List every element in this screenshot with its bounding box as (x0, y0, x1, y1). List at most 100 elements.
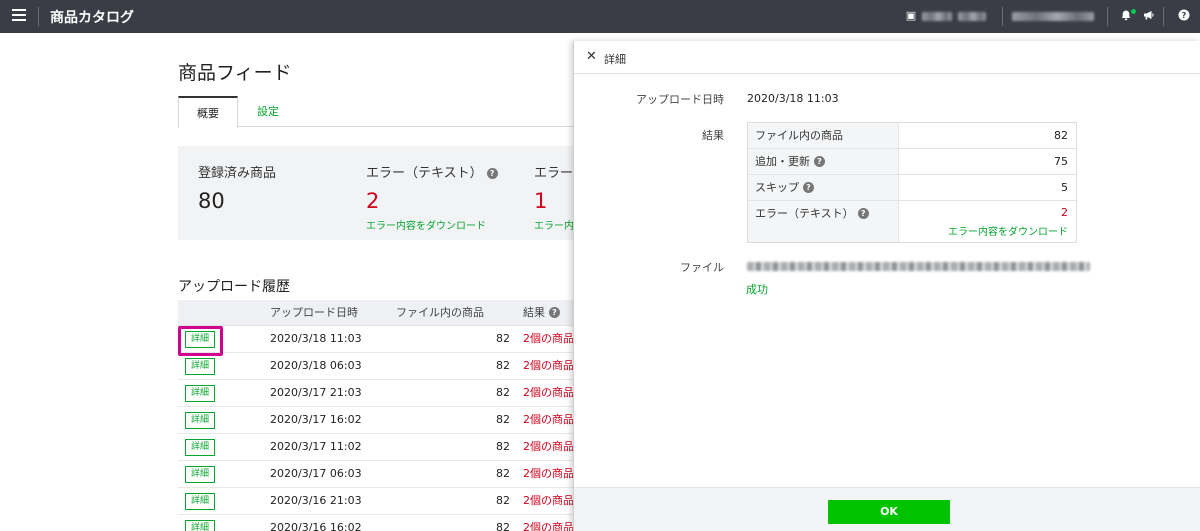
upload-date-value: 2020/3/18 11:03 (747, 92, 839, 105)
row-count: 82 (496, 359, 510, 372)
table-row: 詳細 2020/3/17 06:03 82 2個の商品 (178, 461, 598, 488)
account-id-blurred[interactable] (1012, 8, 1094, 24)
result-row-value: 2 (1061, 206, 1068, 219)
hamburger-menu-icon[interactable] (12, 9, 26, 23)
store-icon: ▣ (905, 9, 917, 22)
summary-label: 登録済み商品 (198, 166, 277, 181)
row-count: 82 (496, 413, 510, 426)
divider (1163, 7, 1164, 26)
column-header: ファイル内の商品 (396, 306, 484, 319)
row-date: 2020/3/17 21:03 (270, 386, 362, 399)
upload-date-label: アップロード日時 (636, 93, 724, 106)
row-date: 2020/3/17 16:02 (270, 413, 362, 426)
summary-label: エラー (534, 166, 574, 181)
help-icon[interactable]: ? (857, 208, 869, 219)
download-errors-link[interactable]: エラー内容をダウンロード (948, 223, 1068, 238)
column-header: 結果? (523, 300, 560, 326)
detail-panel: ✕ 詳細 アップロード日時 2020/3/18 11:03 結果 ファイル内の商… (573, 41, 1200, 531)
tab-overview[interactable]: 概要 (178, 96, 238, 128)
row-result[interactable]: 2個の商品 (523, 515, 574, 531)
top-bar: 商品カタログ ▣ ? (0, 0, 1200, 33)
detail-button[interactable]: 詳細 (185, 385, 215, 402)
result-row-value: 82 (1054, 129, 1068, 142)
result-row-value: 75 (1054, 155, 1068, 168)
detail-button[interactable]: 詳細 (185, 358, 215, 375)
megaphone-icon[interactable] (1142, 9, 1156, 23)
result-row: 追加・更新? 75 (748, 149, 1076, 175)
help-icon[interactable]: ? (814, 156, 825, 167)
table-row: 詳細 2020/3/17 21:03 82 2個の商品 (178, 380, 598, 407)
row-date: 2020/3/17 11:02 (270, 440, 362, 453)
detail-button[interactable]: 詳細 (185, 466, 215, 483)
help-icon[interactable]: ? (549, 307, 560, 318)
ok-button[interactable]: OK (828, 500, 950, 524)
row-result[interactable]: 2個の商品 (523, 380, 574, 406)
row-result[interactable]: 2個の商品 (523, 353, 574, 379)
column-header: アップロード日時 (270, 306, 358, 319)
svg-text:?: ? (1182, 11, 1187, 20)
result-row-label: 追加・更新? (748, 149, 899, 174)
result-row-value: 5 (1061, 181, 1068, 194)
detail-button[interactable]: 詳細 (185, 412, 215, 429)
result-label: 結果 (702, 129, 724, 142)
upload-status[interactable]: 成功 (746, 281, 768, 297)
summary-panel: 登録済み商品 80 エラー（テキスト）? 2 エラー内容をダウンロード エラー … (178, 146, 598, 240)
download-errors-link[interactable]: エラー内 (534, 217, 574, 232)
result-row: エラー（テキスト）? 2 エラー内容をダウンロード (748, 201, 1076, 242)
history-title: アップロード履歴 (178, 279, 290, 295)
table-row: 詳細 2020/3/18 11:03 82 2個の商品 (178, 326, 598, 353)
row-result[interactable]: 2個の商品 (523, 434, 574, 460)
summary-value: 80 (198, 189, 225, 213)
detail-button[interactable]: 詳細 (185, 439, 215, 456)
row-result[interactable]: 2個の商品 (523, 407, 574, 433)
close-icon[interactable]: ✕ (586, 49, 597, 64)
divider (1002, 7, 1003, 26)
summary-error-other: エラー 1 エラー内 (534, 162, 574, 232)
tab-settings[interactable]: 設定 (248, 96, 288, 127)
row-result[interactable]: 2個の商品 (523, 488, 574, 514)
page-title: 商品フィード (178, 62, 292, 84)
help-icon[interactable]: ? (1177, 9, 1191, 23)
panel-title: 詳細 (604, 53, 626, 66)
detail-button[interactable]: 詳細 (185, 493, 215, 510)
row-result[interactable]: 2個の商品 (523, 461, 574, 487)
result-row: スキップ? 5 (748, 175, 1076, 201)
divider (38, 7, 39, 26)
panel-footer: OK (574, 487, 1200, 531)
row-count: 82 (496, 386, 510, 399)
download-errors-link[interactable]: エラー内容をダウンロード (366, 217, 498, 232)
file-label: ファイル (680, 261, 724, 274)
table-row: 詳細 2020/3/17 11:02 82 2個の商品 (178, 434, 598, 461)
help-icon[interactable]: ? (803, 182, 814, 193)
notification-dot (1131, 9, 1136, 14)
table-row: 詳細 2020/3/16 16:02 82 2個の商品 (178, 515, 598, 531)
table-header: アップロード日時 ファイル内の商品 結果? (178, 300, 598, 326)
row-count: 82 (496, 521, 510, 531)
panel-header: ✕ 詳細 (574, 41, 1200, 74)
table-row: 詳細 2020/3/18 06:03 82 2個の商品 (178, 353, 598, 380)
summary-error-text: エラー（テキスト）? 2 エラー内容をダウンロード (366, 162, 498, 232)
table-row: 詳細 2020/3/17 16:02 82 2個の商品 (178, 407, 598, 434)
result-row: ファイル内の商品 82 (748, 123, 1076, 149)
row-date: 2020/3/16 16:02 (270, 521, 362, 531)
summary-error-value: 2 (366, 189, 380, 213)
help-icon[interactable]: ? (486, 168, 498, 179)
tab-bar: 概要 設定 (178, 96, 598, 128)
result-row-label: エラー（テキスト）? (748, 201, 899, 242)
row-result[interactable]: 2個の商品 (523, 326, 574, 352)
summary-error-value: 1 (534, 189, 548, 213)
highlight-box (178, 326, 223, 356)
divider (1107, 7, 1108, 26)
row-date: 2020/3/17 06:03 (270, 467, 362, 480)
row-count: 82 (496, 332, 510, 345)
result-row-label: スキップ? (748, 175, 899, 200)
detail-button[interactable]: 詳細 (185, 520, 215, 531)
history-table: アップロード日時 ファイル内の商品 結果? 詳細 2020/3/18 11:03 8… (178, 300, 598, 531)
summary-registered: 登録済み商品 80 (198, 162, 276, 213)
app-title: 商品カタログ (50, 10, 134, 26)
row-count: 82 (496, 440, 510, 453)
account-name-blurred[interactable] (922, 8, 986, 24)
row-date: 2020/3/18 11:03 (270, 332, 362, 345)
result-row-label: ファイル内の商品 (748, 123, 899, 148)
result-table: ファイル内の商品 82 追加・更新? 75 スキップ? 5 エラー（テキスト）?… (747, 122, 1077, 243)
